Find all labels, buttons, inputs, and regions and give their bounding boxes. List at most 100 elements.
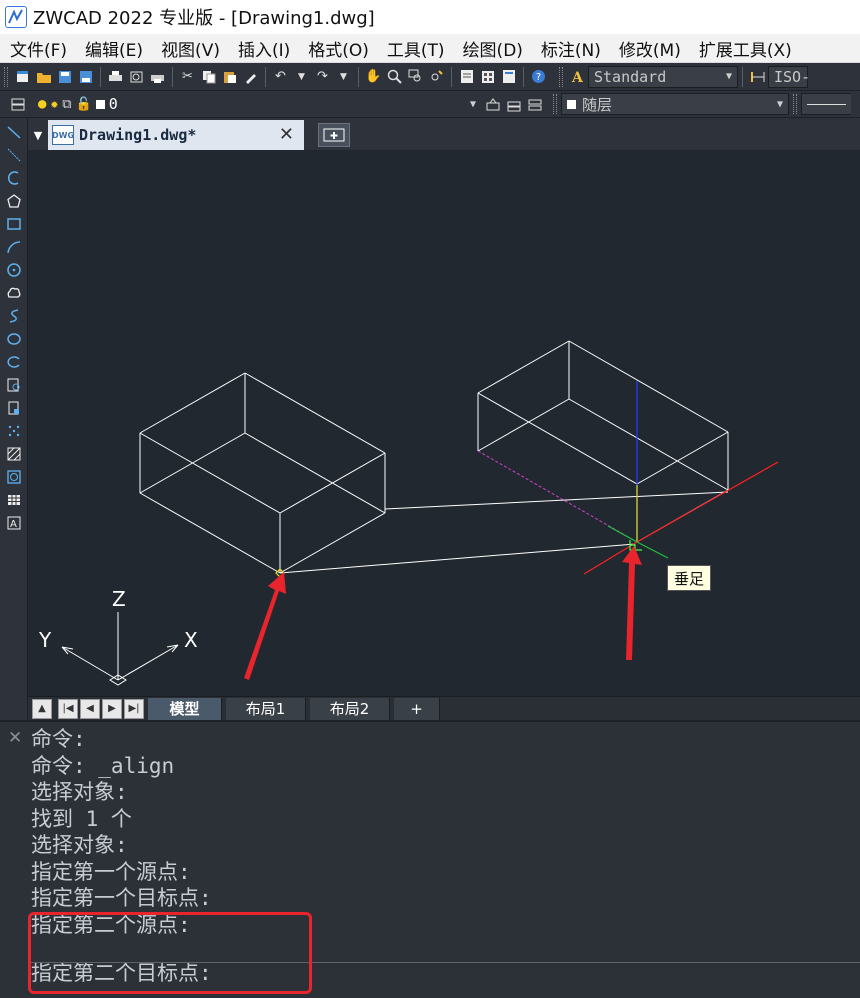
layer-previous-icon[interactable] bbox=[504, 95, 523, 114]
redo-icon[interactable]: ↷ bbox=[313, 67, 332, 86]
make-block-icon[interactable] bbox=[0, 396, 28, 419]
save-icon[interactable] bbox=[55, 67, 74, 86]
new-tab-icon bbox=[323, 128, 345, 142]
new-drawing-tab-button[interactable] bbox=[318, 123, 350, 147]
ellipse-icon[interactable] bbox=[0, 327, 28, 350]
bulb-on-icon[interactable]: ● bbox=[38, 96, 46, 112]
match-properties-icon[interactable] bbox=[241, 67, 260, 86]
new-file-icon[interactable] bbox=[13, 67, 32, 86]
spline-icon[interactable] bbox=[0, 304, 28, 327]
toolbar-grip[interactable] bbox=[553, 94, 557, 114]
menu-format[interactable]: 格式(O) bbox=[300, 36, 379, 61]
next-tab-icon[interactable]: ▶ bbox=[102, 698, 122, 719]
command-history-line: 选择对象: bbox=[31, 833, 128, 857]
save-as-icon[interactable] bbox=[76, 67, 95, 86]
undo-icon[interactable]: ↶ bbox=[271, 67, 290, 86]
linetype-dropdown[interactable] bbox=[801, 93, 851, 115]
draw-toolbar: A bbox=[0, 118, 28, 720]
pan-icon[interactable]: ✋ bbox=[364, 67, 383, 86]
circle-icon[interactable] bbox=[0, 258, 28, 281]
last-tab-icon[interactable]: ▶| bbox=[124, 698, 144, 719]
undo-dropdown-icon[interactable]: ▼ bbox=[292, 67, 311, 86]
lock-open-icon[interactable]: 🔓 bbox=[76, 97, 92, 112]
ucs-y-label: Y bbox=[38, 628, 52, 652]
mtext-icon[interactable]: A bbox=[0, 511, 28, 534]
color-dropdown[interactable]: 随层 ▼ bbox=[561, 93, 789, 115]
tab-drawing1[interactable]: DWG Drawing1.dwg* ✕ bbox=[48, 120, 304, 150]
tab-list-dropdown-icon[interactable]: ▼ bbox=[28, 120, 48, 150]
command-history-line: 命令: _align bbox=[31, 753, 175, 778]
menu-insert[interactable]: 插入(I) bbox=[230, 36, 300, 61]
copy-icon[interactable] bbox=[199, 67, 218, 86]
layer-manager-icon[interactable] bbox=[8, 95, 27, 114]
paste-icon[interactable] bbox=[220, 67, 239, 86]
ucs-z-label: Z bbox=[112, 587, 126, 611]
close-icon[interactable]: ✕ bbox=[279, 124, 294, 145]
table-icon[interactable] bbox=[0, 488, 28, 511]
tab-layout1[interactable]: 布局1 bbox=[226, 697, 306, 720]
insert-block-icon[interactable] bbox=[0, 373, 28, 396]
menu-tools[interactable]: 工具(T) bbox=[379, 36, 455, 61]
menu-file[interactable]: 文件(F) bbox=[2, 36, 77, 61]
design-center-icon[interactable] bbox=[478, 67, 497, 86]
zoom-previous-icon[interactable] bbox=[427, 67, 446, 86]
print-icon[interactable] bbox=[106, 67, 125, 86]
dim-style-dropdown[interactable]: ISO- bbox=[768, 65, 810, 88]
menu-edit[interactable]: 编辑(E) bbox=[77, 36, 153, 61]
polygon-icon[interactable] bbox=[0, 189, 28, 212]
command-history-line: 指定第一个源点: bbox=[31, 859, 191, 884]
first-tab-icon[interactable]: |◀ bbox=[58, 698, 78, 719]
menu-modify[interactable]: 修改(M) bbox=[611, 36, 691, 61]
annotation-arrow-right bbox=[622, 546, 642, 660]
scroll-up-icon[interactable]: ▲ bbox=[32, 698, 52, 719]
toolbar-grip[interactable] bbox=[793, 94, 797, 114]
tool-palettes-icon[interactable] bbox=[499, 67, 518, 86]
open-folder-icon[interactable] bbox=[34, 67, 53, 86]
cut-icon[interactable]: ✂ bbox=[178, 67, 197, 86]
line-icon[interactable] bbox=[0, 120, 28, 143]
rectangle-icon[interactable] bbox=[0, 212, 28, 235]
hatch-icon[interactable] bbox=[0, 442, 28, 465]
arc-icon[interactable] bbox=[0, 235, 28, 258]
layer-dropdown[interactable]: ● ✹ ⧉ 🔓 0 ▼ bbox=[32, 93, 482, 115]
toolbar-separator bbox=[172, 66, 173, 87]
toolbar-grip[interactable] bbox=[4, 66, 8, 87]
sun-thaw-icon[interactable]: ✹ bbox=[50, 97, 58, 112]
revision-cloud-icon[interactable] bbox=[0, 281, 28, 304]
toolbar-grip[interactable] bbox=[559, 66, 563, 87]
properties-icon[interactable] bbox=[457, 67, 476, 86]
previous-tab-icon[interactable]: ◀ bbox=[80, 698, 100, 719]
dwg-file-icon: DWG bbox=[52, 125, 74, 145]
toolbar-separator bbox=[742, 66, 743, 87]
layer-state-icons: ● ✹ ⧉ 🔓 0 bbox=[38, 95, 118, 113]
redo-dropdown-icon[interactable]: ▼ bbox=[334, 67, 353, 86]
zoom-realtime-icon[interactable] bbox=[385, 67, 404, 86]
ellipse-arc-icon[interactable] bbox=[0, 350, 28, 373]
menu-express-tools[interactable]: 扩展工具(X) bbox=[691, 36, 802, 61]
toolbar-separator bbox=[265, 66, 266, 87]
make-current-layer-icon[interactable] bbox=[483, 95, 502, 114]
tab-layout2[interactable]: 布局2 bbox=[310, 697, 390, 720]
xline-icon[interactable] bbox=[0, 143, 28, 166]
drawing-canvas[interactable]: Z Y X 垂足 bbox=[28, 150, 860, 696]
text-style-icon[interactable]: A bbox=[568, 67, 587, 86]
command-history-line: 命令: bbox=[31, 727, 86, 751]
text-style-dropdown[interactable]: Standard ▼ bbox=[588, 65, 738, 88]
polyline-icon[interactable] bbox=[0, 166, 28, 189]
help-icon[interactable]: ? bbox=[529, 67, 548, 86]
svg-text:?: ? bbox=[536, 72, 541, 83]
menu-dimension[interactable]: 标注(N) bbox=[533, 36, 611, 61]
close-icon[interactable]: ✕ bbox=[8, 728, 22, 748]
plot-icon[interactable] bbox=[148, 67, 167, 86]
point-icon[interactable] bbox=[0, 419, 28, 442]
menu-view[interactable]: 视图(V) bbox=[153, 36, 230, 61]
add-layout-button[interactable]: + bbox=[394, 697, 440, 720]
print-preview-icon[interactable] bbox=[127, 67, 146, 86]
region-icon[interactable] bbox=[0, 465, 28, 488]
layer-isolate-icon[interactable] bbox=[525, 95, 544, 114]
tab-model[interactable]: 模型 bbox=[148, 697, 222, 720]
menu-draw[interactable]: 绘图(D) bbox=[455, 36, 533, 61]
dim-style-icon[interactable] bbox=[748, 67, 767, 86]
zoom-window-icon[interactable] bbox=[406, 67, 425, 86]
viewport-freeze-icon[interactable]: ⧉ bbox=[62, 97, 71, 112]
